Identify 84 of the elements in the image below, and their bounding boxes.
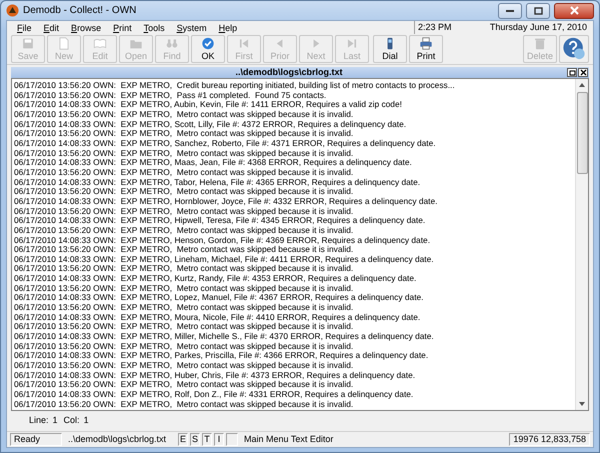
toolbar-button[interactable]: Print (409, 35, 443, 63)
log-line: 06/17/2010 14:08:33 OWN: EXP METRO, Moura, Nicole, File #: 4410 ERROR, Requires a delinquency date. (14, 312, 420, 322)
help-icon (561, 37, 587, 60)
log-line: 06/17/2010 14:08:33 OWN: EXP METRO, Huber, Chris, File #: 4373 ERROR, Requires a delinquency date. (14, 370, 416, 380)
toolbar-button[interactable]: Dial (373, 35, 407, 63)
log-line: 06/17/2010 13:56:20 OWN: EXP METRO, Metro contact was skipped because it is invalid. (14, 322, 354, 332)
log-line: 06/17/2010 13:56:20 OWN: EXP METRO, Metro contact was skipped because it is invalid. (14, 400, 354, 410)
status-panel: 19976 12,833,758 (509, 433, 590, 446)
window-title: Demodb - Collect! - OWN (23, 4, 136, 18)
close-icon (570, 6, 578, 15)
log-line: 06/17/2010 14:08:33 OWN: EXP METRO, Rolf, Don Z., File #: 4331 ERROR, Requires a delinquency date. (14, 390, 414, 400)
column-label: Col: (64, 414, 80, 428)
date-text: Thursday June 17, 2010 (488, 20, 588, 34)
minimize-icon (506, 8, 514, 12)
book-icon (92, 37, 108, 50)
line-label: Line: (29, 414, 49, 428)
save-icon (20, 37, 36, 50)
log-line: 06/17/2010 14:08:33 OWN: EXP METRO, Hornblower, Joyce, File #: 4332 ERROR, Requires a delinquency date. (14, 196, 438, 207)
document-title: ..\demodb\logs\cbrlog.txt (234, 66, 344, 79)
log-line: 06/17/2010 13:56:20 OWN: EXP METRO, Metro contact was skipped because it is invalid. (14, 342, 354, 352)
check-icon (200, 37, 216, 50)
menu-item[interactable]: System (170, 22, 213, 34)
maximize-button[interactable] (526, 2, 550, 18)
log-line: 06/17/2010 13:56:20 OWN: EXP METRO, Metro contact was skipped because it is invalid. (14, 264, 354, 274)
log-line: 06/17/2010 13:56:20 OWN: EXP METRO, Metro contact was skipped because it is invalid. (14, 148, 354, 158)
scroll-up-icon[interactable] (579, 83, 585, 87)
menu-item[interactable]: Edit (38, 22, 66, 34)
log-line: 06/17/2010 14:08:33 OWN: EXP METRO, Henson, Gordon, File #: 4369 ERROR, Requires a delinquency date. (14, 236, 430, 246)
log-line: 06/17/2010 13:56:20 OWN: EXP METRO, Metro contact was skipped because it is invalid. (14, 380, 354, 390)
log-line: 06/17/2010 13:56:20 OWN: EXP METRO, Metro contact was skipped because it is invalid. (14, 129, 354, 139)
status-flag: T (202, 433, 212, 446)
mode-label: Main Menu Text Editor (243, 433, 334, 446)
scroll-down-icon[interactable] (579, 402, 585, 406)
log-line: 06/17/2010 13:56:20 OWN: EXP METRO, Metro contact was skipped because it is invalid. (14, 206, 354, 216)
restore-icon (568, 70, 576, 76)
status-panel: Ready (10, 433, 62, 446)
log-line: 06/17/2010 13:56:20 OWN: EXP METRO, Metro contact was skipped because it is invalid. (14, 245, 354, 255)
log-line: 06/17/2010 13:56:20 OWN: EXP METRO, Metro contact was skipped because it is invalid. (14, 110, 354, 120)
log-line: 06/17/2010 13:56:20 OWN: EXP METRO, Metro contact was skipped because it is invalid. (14, 168, 354, 178)
log-line: 06/17/2010 14:08:33 OWN: EXP METRO, Kurtz, Randy, File #: 4353 ERROR, Requires a delinquency date. (14, 274, 416, 284)
toolbar-button[interactable]: OK (191, 35, 225, 63)
printer-icon (418, 37, 434, 50)
log-line: 06/17/2010 13:56:20 OWN: EXP METRO, Metro contact was skipped because it is invalid. (14, 187, 354, 197)
line-number: 1 (52, 414, 58, 428)
trash-icon (532, 37, 548, 50)
log-line: 06/17/2010 14:08:33 OWN: EXP METRO, Parkes, Priscilla, File #: 4366 ERROR, Requires a delinquency date. (14, 351, 428, 362)
vertical-scrollbar[interactable] (575, 79, 588, 410)
menu-item[interactable]: Print (107, 22, 138, 34)
log-line: 06/17/2010 14:08:33 OWN: EXP METRO, Scott, Lilly, File #: 4372 ERROR, Requires a delinquency date. (14, 120, 406, 130)
log-line: 06/17/2010 13:56:20 OWN: EXP METRO, Metro contact was skipped because it is invalid. (14, 361, 354, 371)
minimize-button[interactable] (498, 2, 522, 18)
close-button[interactable] (554, 2, 594, 18)
close-button[interactable] (578, 68, 588, 77)
menu-item[interactable]: File (11, 22, 38, 34)
log-line: 06/17/2010 13:56:20 OWN: EXP METRO, Credit bureau reporting initiated, building list of metro contacts to process... (14, 81, 455, 91)
log-line: 06/17/2010 14:08:33 OWN: EXP METRO, Lopez, Manuel, File #: 4367 ERROR, Requires a delinquency date. (14, 293, 424, 304)
file-path-text: ..\demodb\logs\cbrlog.txt (67, 433, 168, 446)
status-flag: I (214, 433, 224, 446)
restore-button[interactable] (567, 68, 577, 77)
log-line: 06/17/2010 13:56:20 OWN: EXP METRO, Metro contact was skipped because it is invalid. (14, 284, 354, 294)
log-line: 06/17/2010 14:08:33 OWN: EXP METRO, Lineham, Michael, File #: 4411 ERROR, Requires a delinquency date. (14, 254, 434, 264)
close-icon (580, 69, 586, 76)
log-line: 06/17/2010 13:56:20 OWN: EXP METRO, Metro contact was skipped because it is invalid. (14, 303, 354, 313)
app-icon (6, 4, 19, 17)
clock-time: 2:23 PM (414, 20, 479, 34)
log-line: 06/17/2010 14:08:33 OWN: EXP METRO, Hipwell, Teresa, File #: 4345 ERROR, Requires a delinquency date. (14, 216, 426, 226)
column-number: 1 (84, 414, 89, 428)
log-line: 06/17/2010 14:08:33 OWN: EXP METRO, Aubin, Kevin, File #: 1411 ERROR, Requires a valid zip code! (14, 100, 402, 110)
menu-item[interactable]: Tools (138, 22, 171, 34)
status-flag: S (190, 433, 200, 446)
status-flag: E (178, 433, 188, 446)
status-panel (226, 433, 238, 446)
maximize-icon (534, 6, 542, 14)
log-line: 06/17/2010 14:08:33 OWN: EXP METRO, Sanchez, Roberto, File #: 4371 ERROR, Requires a delinquency date. (14, 138, 436, 149)
log-line: 06/17/2010 14:08:33 OWN: EXP METRO, Maas, Jean, File #: 4368 ERROR, Requires a delinquency date. (14, 158, 412, 168)
help-button[interactable] (559, 35, 589, 63)
menu-item[interactable]: Help (212, 22, 244, 34)
log-line: 06/17/2010 13:56:20 OWN: EXP METRO, Pass #1 completed. Found 75 contacts. (14, 90, 326, 100)
scroll-thumb[interactable] (576, 92, 588, 174)
log-line: 06/17/2010 13:56:20 OWN: EXP METRO, Metro contact was skipped because it is invalid. (14, 226, 354, 236)
menu-item[interactable]: Browse (65, 22, 108, 34)
binoculars-icon (164, 37, 180, 50)
log-line: 06/17/2010 14:08:33 OWN: EXP METRO, Tabor, Helena, File #: 4365 ERROR, Requires a delinquency date. (14, 178, 420, 188)
log-line: 06/17/2010 14:08:33 OWN: EXP METRO, Miller, Michelle S., File #: 4370 ERROR, Requires a delinquency date. (14, 332, 434, 342)
